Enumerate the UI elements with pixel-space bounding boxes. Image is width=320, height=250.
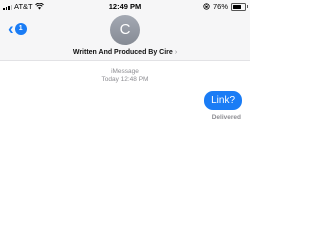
back-button[interactable]: ‹ 1: [8, 19, 27, 38]
delivery-status: Delivered: [211, 114, 241, 121]
battery-percent: 76%: [212, 2, 228, 11]
unread-count-badge: 1: [14, 23, 27, 35]
contact-name: Written And Produced By Cire: [72, 49, 173, 56]
message-timestamp: Today 12:48 PM: [101, 76, 149, 83]
conversation-header: ‹ 1 C Written And Produced By Cire ›: [0, 13, 250, 61]
avatar[interactable]: C: [110, 15, 140, 45]
chevron-right-icon: ›: [174, 49, 178, 56]
lock-rotation-icon: [203, 3, 210, 10]
battery-icon: [231, 2, 248, 11]
status-right: 76%: [203, 2, 248, 11]
back-chevron-icon: ‹: [8, 19, 14, 38]
status-bar: AT&T 12:49 PM 76%: [0, 0, 250, 13]
service-label: iMessage: [111, 68, 139, 75]
message-thread[interactable]: iMessage Today 12:48 PM Link? Delivered: [0, 61, 250, 250]
contact-details-button[interactable]: Written And Produced By Cire ›: [0, 49, 250, 56]
sent-message-bubble[interactable]: Link?: [204, 91, 242, 110]
